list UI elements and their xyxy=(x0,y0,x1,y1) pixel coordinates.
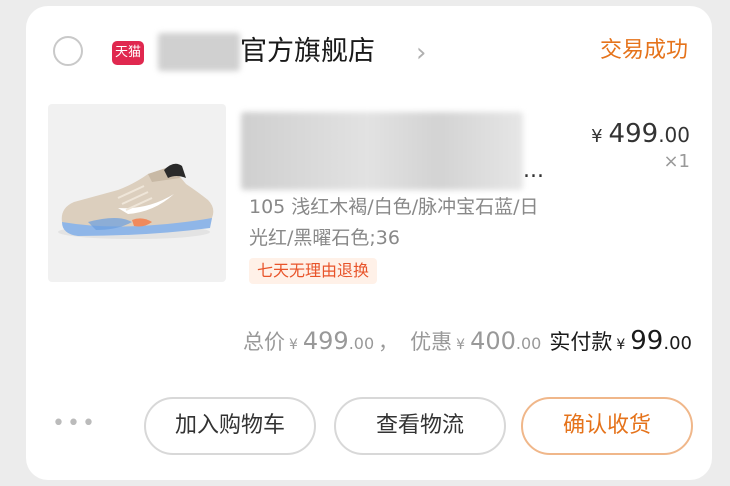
store-name-redacted xyxy=(158,33,240,71)
select-radio[interactable] xyxy=(53,36,83,66)
return-policy-tag: 七天无理由退换 xyxy=(249,258,378,284)
order-status: 交易成功 xyxy=(599,38,688,63)
discount-integer: 400 xyxy=(470,327,516,355)
paid-integer: 99 xyxy=(630,326,664,356)
total-decimal: .00 xyxy=(348,334,375,353)
discount-currency: ¥ xyxy=(456,337,466,353)
paid-currency: ¥ xyxy=(616,337,626,353)
price-currency: ¥ xyxy=(591,126,603,147)
store-name[interactable]: 官方旗舰店 xyxy=(240,30,375,74)
product-title-redacted[interactable] xyxy=(241,112,523,190)
product-title-ellipsis: ... xyxy=(523,158,544,183)
price-decimal: .00 xyxy=(658,123,690,147)
summary-separator: ， xyxy=(378,330,399,354)
item-quantity: ×1 xyxy=(663,151,690,172)
discount-label: 优惠 xyxy=(410,330,453,354)
order-summary: 总价 ¥499.00，优惠 ¥400.00 实付款 ¥99.00 xyxy=(243,322,692,364)
paid-decimal: .00 xyxy=(663,333,692,354)
more-options-icon[interactable]: ••• xyxy=(52,406,97,442)
view-logistics-button[interactable]: 查看物流 xyxy=(334,397,506,455)
product-image[interactable] xyxy=(48,104,226,282)
paid-label: 实付款 xyxy=(549,330,613,354)
total-currency: ¥ xyxy=(288,337,298,353)
confirm-receipt-button[interactable]: 确认收货 xyxy=(521,397,693,455)
price-integer: 499 xyxy=(608,119,659,149)
total-integer: 499 xyxy=(302,327,349,355)
order-card: 天猫 官方旗舰店 › 交易成功 ... ¥499.00 ×1 105 浅红木褐/… xyxy=(26,6,712,480)
item-sku: 105 浅红木褐/白色/脉冲宝石蓝/日光红/黑曜石色;36 xyxy=(249,196,539,249)
chevron-right-icon[interactable]: › xyxy=(416,35,426,71)
sneaker-icon xyxy=(58,163,214,239)
add-to-cart-button[interactable]: 加入购物车 xyxy=(144,397,316,455)
total-label: 总价 xyxy=(242,330,285,354)
discount-decimal: .00 xyxy=(515,334,542,353)
tmall-badge-icon: 天猫 xyxy=(112,41,144,65)
